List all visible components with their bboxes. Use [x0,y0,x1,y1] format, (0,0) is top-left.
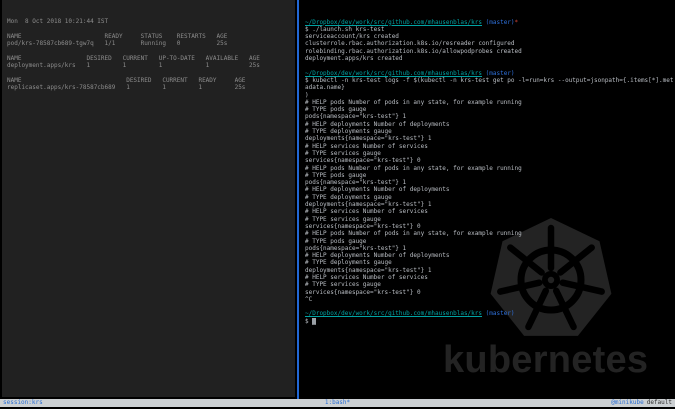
window-tab-bash[interactable]: 1:bash* [325,399,350,407]
left-pane-content: Mon 8 Oct 2018 10:21:44 IST NAME READY ST… [7,18,295,92]
terminal-line: clusterrole.rbac.authorization.k8s.io/re… [305,40,675,47]
cluster-context-label: @minikube [611,399,644,406]
terminal-line: # TYPE services gauge [305,281,675,288]
terminal-line [7,47,295,54]
terminal-line: ~/Dropbox/dev/work/src/github.com/mhause… [305,19,675,26]
terminal-line: rolebinding.rbac.authorization.k8s.io/al… [305,48,675,55]
terminal-line: $ kubectl -n krs-test logs -f $(kubectl … [305,77,675,92]
terminal-line [305,62,675,69]
terminal-line: # HELP services Number of services [305,143,675,150]
terminal-line: # HELP deployments Number of deployments [305,186,675,193]
terminal-line: # HELP pods Number of pods in any state,… [305,99,675,106]
terminal-line: # TYPE services gauge [305,216,675,223]
terminal-line: services{namespace="krs-test"} 0 [305,223,675,230]
terminal-line: # HELP services Number of services [305,208,675,215]
terminal-line: NAME DESIRED CURRENT READY AGE [7,77,295,84]
terminal-line: serviceaccount/krs created [305,33,675,40]
terminal-line: NAME DESIRED CURRENT UP-TO-DATE AVAILABL… [7,55,295,62]
terminal-line: deployment.apps/krs created [305,55,675,62]
terminal-line: NAME READY STATUS RESTARTS AGE [7,33,295,40]
terminal-line: # TYPE services gauge [305,150,675,157]
terminal-line: # HELP pods Number of pods in any state,… [305,165,675,172]
terminal-line [7,70,295,77]
right-terminal-pane[interactable]: ~/Dropbox/dev/work/src/github.com/mhause… [301,0,675,397]
terminal-line: $ _ [305,318,675,325]
terminal-line: # TYPE pods gauge [305,106,675,113]
status-right: @minikubedefault [350,399,672,407]
terminal-line: ^C [305,296,675,303]
terminal-line: # HELP deployments Number of deployments [305,252,675,259]
right-pane-content: ~/Dropbox/dev/work/src/github.com/mhause… [305,19,675,325]
terminal-line: # HELP pods Number of pods in any state,… [305,230,675,237]
terminal-line: services{namespace="krs-test"} 0 [305,157,675,164]
terminal-line: deployments{namespace="krs-test"} 1 [305,135,675,142]
pane-divider[interactable] [297,0,299,399]
left-terminal-pane[interactable]: Mon 8 Oct 2018 10:21:44 IST NAME READY ST… [2,0,295,397]
terminal-line [7,25,295,32]
terminal-line: deployments{namespace="krs-test"} 1 [305,201,675,208]
terminal-line: # TYPE deployments gauge [305,259,675,266]
terminal-line: pod/krs-78587cb689-tgw7q 1/1 Running 0 2… [7,40,295,47]
terminal-line: # HELP deployments Number of deployments [305,121,675,128]
terminal-line: # TYPE deployments gauge [305,128,675,135]
terminal-line: ) [305,92,675,99]
terminal-line: services{namespace="krs-test"} 0 [305,289,675,296]
namespace-label: default [647,399,672,406]
terminal-line: $ ./launch.sh krs-test [305,26,675,33]
terminal-line: pods{namespace="krs-test"} 1 [305,245,675,252]
terminal-line: deployments{namespace="krs-test"} 1 [305,267,675,274]
terminal-line: deployment.apps/krs 1 1 1 1 25s [7,62,295,69]
terminal-line: Mon 8 Oct 2018 10:21:44 IST [7,18,295,25]
terminal-line: pods{namespace="krs-test"} 1 [305,113,675,120]
terminal-line: # TYPE pods gauge [305,238,675,245]
terminal-line: replicaset.apps/krs-78587cb689 1 1 1 25s [7,84,295,91]
terminal-line: # HELP services Number of services [305,274,675,281]
terminal-line: ~/Dropbox/dev/work/src/github.com/mhause… [305,310,675,317]
session-name-label: session:krs [3,399,325,407]
tmux-status-bar: session:krs 1:bash* @minikubedefault [0,399,675,407]
terminal-line: # TYPE pods gauge [305,172,675,179]
terminal-window: Mon 8 Oct 2018 10:21:44 IST NAME READY ST… [0,0,675,409]
terminal-line: # TYPE deployments gauge [305,194,675,201]
terminal-line: pods{namespace="krs-test"} 1 [305,179,675,186]
terminal-line [305,303,675,310]
terminal-line: ~/Dropbox/dev/work/src/github.com/mhause… [305,70,675,77]
